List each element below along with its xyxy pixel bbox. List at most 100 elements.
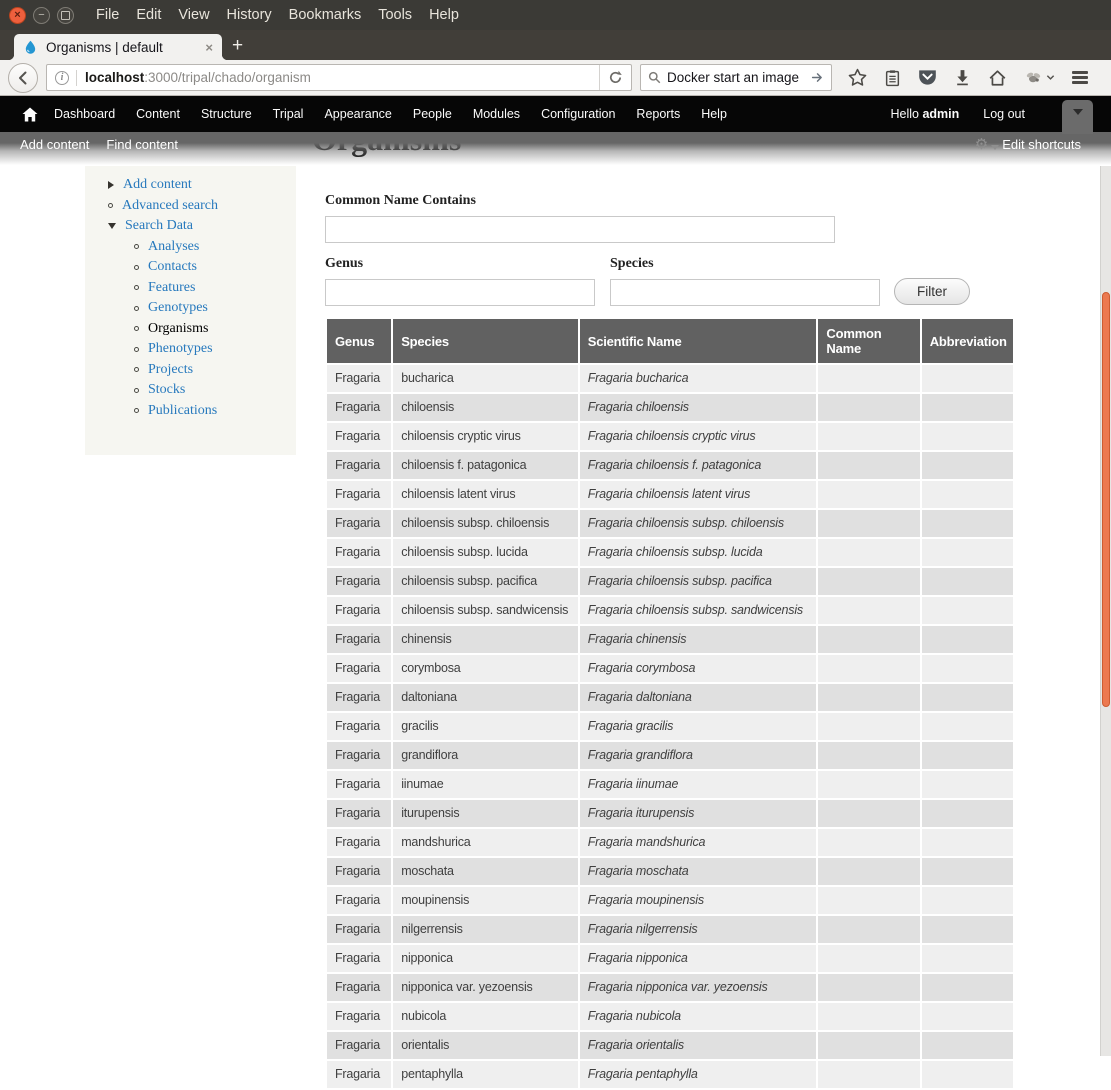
pocket-icon[interactable]: [918, 69, 937, 86]
new-tab-button[interactable]: +: [232, 34, 243, 58]
species-cell: chiloensis: [393, 394, 578, 421]
sidebar-menu-item[interactable]: Genotypes: [85, 298, 296, 319]
search-input[interactable]: Docker start an image: [667, 70, 805, 85]
sidebar-menu-item[interactable]: Features: [85, 278, 296, 299]
common-name-input[interactable]: [325, 216, 835, 243]
menu-hamburger-icon[interactable]: [1072, 69, 1088, 87]
bookmarks-list-icon[interactable]: [884, 69, 901, 87]
genus-cell: Fragaria: [327, 1061, 391, 1088]
admin-home-icon[interactable]: [22, 107, 38, 122]
page-scrollbar[interactable]: [1100, 166, 1111, 1056]
abbreviation-cell: [922, 974, 1013, 1001]
admin-menu-item[interactable]: People: [413, 107, 452, 121]
sidebar-menu-item[interactable]: Publications: [85, 401, 296, 422]
species-cell: chiloensis subsp. sandwicensis: [393, 597, 578, 624]
menubar-item[interactable]: History: [227, 7, 272, 23]
species-cell: moupinensis: [393, 887, 578, 914]
sidebar-item-label[interactable]: Advanced search: [122, 196, 218, 217]
window-minimize-button[interactable]: −: [33, 7, 50, 24]
logout-link[interactable]: Log out: [983, 107, 1025, 121]
sidebar-menu-item[interactable]: Contacts: [85, 257, 296, 278]
admin-menu-item[interactable]: Appearance: [324, 107, 391, 121]
sidebar-item-label[interactable]: Search Data: [125, 216, 193, 237]
gear-caret-icon: [991, 145, 999, 150]
back-button[interactable]: [8, 63, 38, 93]
extension-fly-icon[interactable]: [1024, 70, 1044, 86]
admin-menu-item[interactable]: Content: [136, 107, 180, 121]
genus-input[interactable]: [325, 279, 595, 306]
abbreviation-cell: [922, 597, 1013, 624]
window-maximize-button[interactable]: [57, 7, 74, 24]
browser-tab[interactable]: Organisms | default ×: [14, 34, 222, 60]
menubar-item[interactable]: Bookmarks: [289, 7, 362, 23]
common-name-cell: [818, 713, 919, 740]
admin-menu-item[interactable]: Configuration: [541, 107, 615, 121]
table-row: Fragaria nipponica Fragaria nipponica: [327, 945, 1013, 972]
chevron-down-icon[interactable]: [1046, 73, 1055, 82]
edit-shortcuts-link[interactable]: ⚙ Edit shortcuts: [975, 137, 1081, 152]
sidebar-menu-item[interactable]: Advanced search: [85, 196, 296, 217]
sidebar-item-label[interactable]: Genotypes: [148, 298, 208, 319]
menubar-item[interactable]: Tools: [378, 7, 412, 23]
genus-cell: Fragaria: [327, 481, 391, 508]
common-name-cell: [818, 800, 919, 827]
sidebar-item-label[interactable]: Phenotypes: [148, 339, 213, 360]
bullet-icon: [108, 203, 113, 208]
sidebar-item-label[interactable]: Contacts: [148, 257, 197, 278]
admin-menu-item[interactable]: Help: [701, 107, 727, 121]
genus-cell: Fragaria: [327, 945, 391, 972]
admin-menu-item[interactable]: Dashboard: [54, 107, 115, 121]
genus-cell: Fragaria: [327, 771, 391, 798]
search-go-icon[interactable]: [811, 71, 824, 84]
admin-menu-item[interactable]: Structure: [201, 107, 252, 121]
genus-cell: Fragaria: [327, 800, 391, 827]
url-text[interactable]: localhost:3000/tripal/chado/organism: [85, 70, 599, 85]
sidebar-menu-item[interactable]: Stocks: [85, 380, 296, 401]
filter-button[interactable]: Filter: [894, 278, 970, 305]
scientific-name-cell: Fragaria corymbosa: [580, 655, 817, 682]
menubar-item[interactable]: Edit: [136, 7, 161, 23]
window-close-button[interactable]: ×: [9, 7, 26, 24]
tab-close-icon[interactable]: ×: [205, 40, 213, 55]
sidebar-menu-item[interactable]: Analyses: [85, 237, 296, 258]
sidebar-menu-item[interactable]: Organisms: [85, 319, 296, 340]
sidebar-item-label[interactable]: Projects: [148, 360, 193, 381]
url-bar[interactable]: i localhost:3000/tripal/chado/organism: [46, 64, 632, 91]
table-header-cell: Species: [393, 319, 578, 363]
sidebar-item-label[interactable]: Publications: [148, 401, 217, 422]
bullet-icon: [134, 326, 139, 331]
shortcut-link[interactable]: Add content: [20, 137, 89, 152]
scientific-name-cell: Fragaria nilgerrensis: [580, 916, 817, 943]
admin-menu-item[interactable]: Tripal: [273, 107, 304, 121]
table-row: Fragaria iinumae Fragaria iinumae: [327, 771, 1013, 798]
scientific-name-cell: Fragaria nipponica: [580, 945, 817, 972]
toolbar-toggle-button[interactable]: [1062, 100, 1093, 134]
home-icon[interactable]: [988, 69, 1007, 87]
menubar-item[interactable]: File: [96, 7, 119, 23]
table-row: Fragaria bucharica Fragaria bucharica: [327, 365, 1013, 392]
sidebar-item-label[interactable]: Stocks: [148, 380, 185, 401]
sidebar-item-label[interactable]: Features: [148, 278, 195, 299]
menubar-item[interactable]: Help: [429, 7, 459, 23]
sidebar-menu-item[interactable]: Add content: [85, 175, 296, 196]
sidebar-menu-item[interactable]: Phenotypes: [85, 339, 296, 360]
menubar-item[interactable]: View: [178, 7, 209, 23]
abbreviation-cell: [922, 568, 1013, 595]
search-bar[interactable]: Docker start an image: [640, 64, 832, 91]
sidebar-item-label[interactable]: Organisms: [148, 319, 208, 340]
bookmark-star-icon[interactable]: [848, 68, 867, 87]
reload-icon[interactable]: [599, 65, 631, 90]
sidebar-item-label[interactable]: Add content: [123, 175, 192, 196]
species-cell: nipponica var. yezoensis: [393, 974, 578, 1001]
species-input[interactable]: [610, 279, 880, 306]
admin-menu-item[interactable]: Modules: [473, 107, 520, 121]
scrollbar-thumb[interactable]: [1102, 292, 1110, 707]
sidebar-menu-item[interactable]: Projects: [85, 360, 296, 381]
abbreviation-cell: [922, 829, 1013, 856]
downloads-icon[interactable]: [954, 69, 971, 86]
sidebar-item-label[interactable]: Analyses: [148, 237, 199, 258]
shortcut-link[interactable]: Find content: [106, 137, 178, 152]
site-info-icon[interactable]: i: [55, 71, 69, 85]
sidebar-menu-item[interactable]: Search Data: [85, 216, 296, 237]
admin-menu-item[interactable]: Reports: [636, 107, 680, 121]
